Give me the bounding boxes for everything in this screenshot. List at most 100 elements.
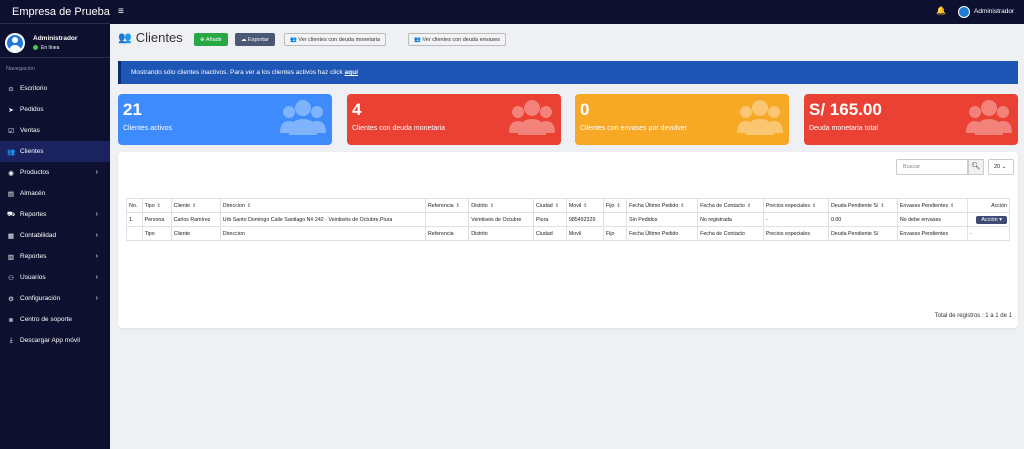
stat-card: 4 Clientes con deuda monetaria	[347, 94, 561, 145]
table-cell: No registrada	[697, 212, 764, 227]
column-header[interactable]: Cliente ⇕	[170, 198, 221, 213]
sort-icon[interactable]: ⇕	[192, 203, 196, 209]
users-icon	[280, 100, 326, 135]
nav-list: ⊙ Escritorio ➤ Pedidos ☑ Ventas 👥 Clientes ◉ Prod…	[0, 78, 110, 351]
sidebar-item-usuarios[interactable]: ⚇ Usuarios ›	[0, 267, 110, 288]
table-cell: -	[762, 212, 829, 227]
user-group-icon: ⚇	[8, 274, 14, 282]
stat-value: 0	[580, 100, 590, 119]
sort-icon[interactable]: ⇕	[583, 203, 587, 209]
sort-icon[interactable]: ⇕	[747, 203, 751, 209]
sort-icon[interactable]: ⇕	[950, 203, 954, 209]
sidebar-item-almac-n[interactable]: ▤ Almacén	[0, 183, 110, 204]
footer-cell: Fecha de Contacto	[697, 226, 764, 241]
sidebar-item-descargar-app-m-vil[interactable]: ⤓ Descargar App móvil	[0, 330, 110, 351]
sort-icon[interactable]: ⇕	[555, 203, 559, 209]
footer-cell: Ciudad	[532, 226, 567, 241]
stat-card: 21 Clientes activos	[118, 94, 332, 145]
footer-cell: Fecha Último Pedido	[626, 226, 699, 241]
sort-icon[interactable]: ⇕	[680, 203, 684, 209]
sidebar: Empresa de Prueba Administrador En línea…	[0, 0, 110, 449]
check-square-icon: ☑	[8, 127, 14, 135]
column-header[interactable]: Distrito ⇕	[468, 198, 534, 213]
total-records: Total de registros : 1 a 1 de 1	[934, 313, 1012, 319]
table-cell: Persona	[141, 212, 172, 227]
footer-cell: Fijo	[602, 226, 628, 241]
sidebar-item-pedidos[interactable]: ➤ Pedidos	[0, 99, 110, 120]
column-header[interactable]: Fijo ⇕	[602, 198, 628, 213]
sidebar-item-label: Escritorio	[20, 85, 48, 92]
debt-money-button[interactable]: 👥 Ver clientes con deuda monetaria	[284, 33, 387, 46]
column-header[interactable]: Referencia ⇕	[424, 198, 470, 213]
export-button[interactable]: ☁ Exportar	[235, 33, 275, 46]
hamburger-menu-icon[interactable]: ≡	[118, 6, 124, 17]
sidebar-item-contabilidad[interactable]: ▦ Contabilidad ›	[0, 225, 110, 246]
paper-plane-icon: ➤	[8, 106, 14, 114]
footer-cell: Precios especiales	[762, 226, 829, 241]
sort-icon[interactable]: ⇕	[157, 203, 161, 209]
sidebar-item-productos[interactable]: ◉ Productos ›	[0, 162, 110, 183]
table-cell	[424, 212, 470, 227]
table-cell: Piura	[532, 212, 567, 227]
bell-icon[interactable]: 🔔	[936, 6, 946, 15]
sort-icon[interactable]: ⇕	[616, 203, 620, 209]
top-user-name[interactable]: Administrador	[974, 8, 1014, 15]
users-icon	[737, 100, 783, 135]
footer-cell	[126, 226, 143, 241]
sort-icon[interactable]: ⇕	[247, 203, 251, 209]
sort-icon[interactable]: ⇕	[490, 203, 494, 209]
sort-icon[interactable]: ⇕	[456, 203, 460, 209]
action-dropdown-button[interactable]: Acción ▾	[976, 215, 1007, 224]
top-avatar[interactable]	[958, 6, 970, 18]
column-header[interactable]: Precios especiales ⇕	[762, 198, 829, 213]
sidebar-item-clientes[interactable]: 👥 Clientes	[0, 141, 110, 162]
footer-cell: Envases Pendientes	[896, 226, 968, 241]
column-header[interactable]: Deuda Pendiente S/⇕	[827, 198, 898, 213]
page-title: 👥 Clientes	[118, 30, 183, 45]
sidebar-item-label: Configuración	[20, 295, 61, 302]
stat-label: Clientes con deuda monetaria	[352, 125, 446, 132]
search-icon[interactable]: 🔍︎	[968, 159, 984, 175]
sidebar-item-reportes[interactable]: ⛟ Reportes ›	[0, 204, 110, 225]
debt-containers-button[interactable]: 👥 Ver clientes con deuda envases	[408, 33, 507, 46]
footer-cell: Distrito	[468, 226, 534, 241]
table-cell: Sin Pedidos	[626, 212, 699, 227]
stat-label: Clientes activos	[123, 125, 173, 132]
table-cell: Carlos Ramírez	[170, 212, 221, 227]
footer-cell: -	[966, 226, 1011, 241]
footer-cell: Cliente	[170, 226, 221, 241]
add-button[interactable]: ⊕ Añadir	[194, 33, 228, 46]
column-header[interactable]: Fecha Último Pedido ⇕	[626, 198, 699, 213]
user-status: En línea	[33, 45, 77, 51]
sidebar-item-escritorio[interactable]: ⊙ Escritorio	[0, 78, 110, 99]
table-cell	[602, 212, 628, 227]
column-header[interactable]: Direccion ⇕	[219, 198, 426, 213]
sidebar-item-reportes[interactable]: ▥ Reportes ›	[0, 246, 110, 267]
warehouse-icon: ▤	[7, 190, 15, 198]
sidebar-item-label: Contabilidad	[20, 232, 57, 239]
stat-label: Clientes con envases por devolver	[580, 125, 688, 132]
sidebar-item-configuraci-n[interactable]: ⚙ Configuración ›	[0, 288, 110, 309]
sidebar-item-label: Pedidos	[20, 106, 44, 113]
column-header[interactable]: Envases Pendientes ⇕	[896, 198, 968, 213]
column-header: Acción	[966, 198, 1011, 213]
column-header[interactable]: Tipo ⇕	[141, 198, 172, 213]
sidebar-item-label: Reportes	[20, 211, 47, 218]
table-cell: 1.	[126, 212, 143, 227]
sidebar-item-ventas[interactable]: ☑ Ventas	[0, 120, 110, 141]
page-size-select[interactable]: 20 ⌄	[988, 159, 1014, 175]
online-dot-icon	[33, 45, 38, 50]
search-input[interactable]: Buscar	[896, 159, 968, 175]
column-header[interactable]: Ciudad ⇕	[532, 198, 567, 213]
sort-icon[interactable]: ⇕	[812, 203, 816, 209]
table-row: 1. Persona Carlos Ramírez Urb Santo Domingo…	[126, 212, 1011, 227]
sidebar-item-centro-de-soporte[interactable]: ⊗ Centro de soporte	[0, 309, 110, 330]
column-header[interactable]: Movil ⇕	[565, 198, 604, 213]
brand-title[interactable]: Empresa de Prueba	[0, 0, 110, 24]
column-header[interactable]: Fecha de Contacto ⇕	[697, 198, 764, 213]
topbar: ≡ 🔔 Administrador	[110, 0, 1024, 24]
sort-icon[interactable]: ⇕	[880, 203, 884, 209]
user-panel: Administrador En línea	[0, 28, 110, 58]
footer-cell: Movil	[565, 226, 604, 241]
show-active-link[interactable]: aquí	[345, 69, 358, 76]
